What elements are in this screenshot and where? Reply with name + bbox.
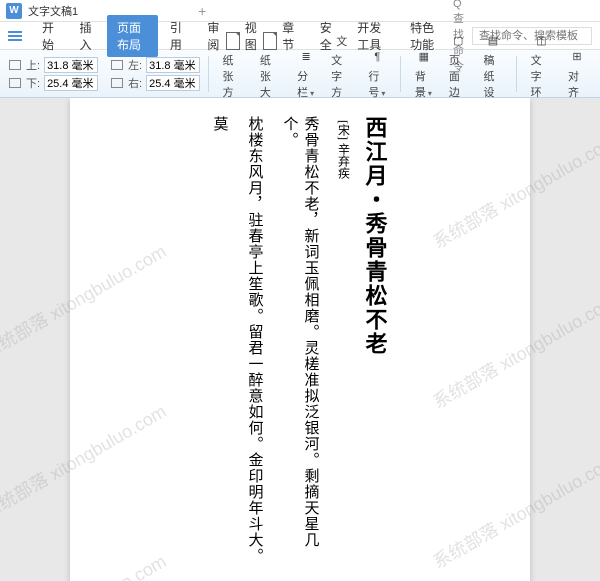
menu-item-1[interactable]: 插入	[69, 15, 104, 57]
margin-left-input[interactable]	[146, 57, 200, 73]
page-size-icon	[263, 32, 277, 50]
columns-button[interactable]: ≣ 分栏▾	[291, 46, 321, 102]
margin-top-input[interactable]	[44, 57, 98, 73]
margin-right-label: 右:	[128, 75, 142, 91]
margin-right-icon	[110, 77, 124, 89]
margin-top-label: 上:	[26, 57, 40, 73]
menu-item-3[interactable]: 引用	[160, 15, 195, 57]
line-number-button[interactable]: ¶ 行号▾	[362, 46, 392, 102]
text-direction-icon: 文	[333, 32, 351, 50]
margin-bottom-icon	[8, 77, 22, 89]
poem-truncated: 莫	[210, 116, 231, 568]
poem-line-2: 枕楼东风月，驻春亭上笙歌。留君一醉意如何。金印明年斗大。	[245, 116, 266, 568]
grid-icon: ▤	[484, 32, 502, 50]
wrap-icon: ◫	[532, 32, 550, 50]
margin-right-input[interactable]	[146, 75, 200, 91]
margins-group: 上: 左: 下: 右:	[8, 57, 200, 91]
background-icon: ▦	[415, 48, 433, 66]
margin-left-icon	[110, 59, 124, 71]
hamburger-icon[interactable]	[8, 31, 22, 41]
poem-content: 西江月・秀骨青松不老 [宋] 辛弃疾 秀骨青松不老，新词玉佩相磨。灵槎准拟泛银河…	[210, 108, 391, 568]
margin-bottom-input[interactable]	[44, 75, 98, 91]
columns-icon: ≣	[297, 48, 315, 66]
poem-author: [宋] 辛弃疾	[336, 120, 353, 179]
align-button[interactable]: ⊞ 对齐	[562, 46, 592, 102]
app-icon: W	[6, 3, 22, 19]
page-orientation-icon	[226, 32, 240, 50]
margin-left-label: 左:	[128, 57, 142, 73]
margin-bottom-label: 下:	[26, 75, 40, 91]
background-button[interactable]: ▦ 背景▾	[409, 46, 439, 102]
poem-line-1: 秀骨青松不老，新词玉佩相磨。灵槎准拟泛银河。剩摘天星几个。	[280, 116, 322, 568]
line-number-icon: ¶	[368, 48, 386, 66]
margin-top-icon	[8, 59, 22, 71]
border-icon: ▢	[449, 32, 467, 50]
menu-item-2[interactable]: 页面布局	[107, 15, 158, 57]
poem-title: 西江月・秀骨青松不老	[359, 116, 391, 356]
document-area[interactable]: 西江月・秀骨青松不老 [宋] 辛弃疾 秀骨青松不老，新词玉佩相磨。灵槎准拟泛银河…	[0, 98, 600, 581]
menu-item-0[interactable]: 开始	[32, 15, 67, 57]
page: 西江月・秀骨青松不老 [宋] 辛弃疾 秀骨青松不老，新词玉佩相磨。灵槎准拟泛银河…	[70, 98, 530, 581]
align-icon: ⊞	[568, 48, 586, 66]
